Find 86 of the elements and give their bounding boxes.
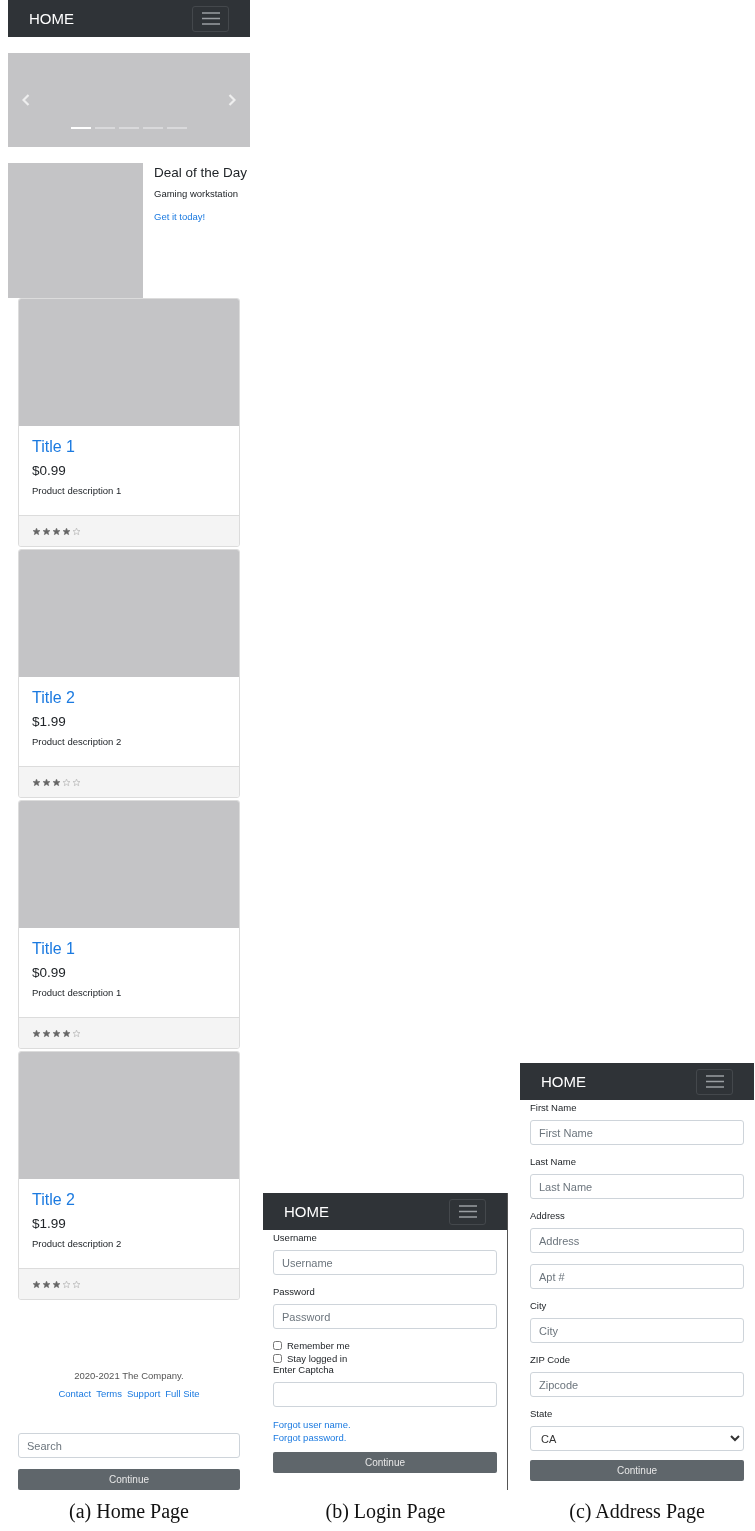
input-field[interactable]: Zipcode: [530, 1372, 744, 1397]
field-label: State: [530, 1408, 554, 1419]
figure-caption: (c) Address Page: [568, 1498, 706, 1525]
figure-caption: (b) Login Page: [324, 1498, 447, 1525]
product-price: $0.99: [32, 965, 67, 980]
checkbox[interactable]: [273, 1354, 282, 1363]
footer-link[interactable]: Full Site: [165, 1388, 200, 1399]
input-field[interactable]: City: [530, 1318, 744, 1343]
input-field[interactable]: Username: [273, 1250, 497, 1275]
filled-star-icon: [52, 777, 61, 787]
product-title[interactable]: Title 2: [32, 1191, 226, 1209]
menu-button[interactable]: [449, 1198, 486, 1225]
product-title[interactable]: Title 1: [32, 940, 226, 958]
forgot-link[interactable]: Forgot user name.: [273, 1419, 497, 1430]
filled-star-icon: [62, 526, 71, 536]
checkbox-option[interactable]: Stay logged in: [273, 1353, 497, 1364]
forgot-link[interactable]: Forgot password.: [273, 1432, 497, 1443]
product-description: Product description 2: [32, 1238, 123, 1249]
input-field[interactable]: First Name: [530, 1120, 744, 1145]
footer-link[interactable]: Contact: [58, 1388, 92, 1399]
field-label: Address: [530, 1210, 566, 1221]
field-label: Username: [273, 1232, 318, 1243]
deal-title: Deal of the Day: [154, 165, 248, 180]
product-title[interactable]: Title 1: [32, 438, 226, 456]
product-price: $1.99: [32, 1216, 67, 1231]
filled-star-icon: [32, 526, 41, 536]
filled-star-icon: [52, 1028, 61, 1038]
empty-star-icon: [72, 1028, 81, 1038]
deal-link[interactable]: Get it today!: [154, 211, 248, 222]
filled-star-icon: [42, 1028, 51, 1038]
product-price: $0.99: [32, 463, 67, 478]
checkbox-label: Stay logged in: [287, 1353, 348, 1364]
menu-button[interactable]: [696, 1068, 733, 1095]
checkbox-label: Remember me: [287, 1340, 350, 1351]
empty-star-icon: [72, 1279, 81, 1289]
filled-star-icon: [52, 1279, 61, 1289]
search-field[interactable]: Search: [18, 1433, 240, 1458]
empty-star-icon: [72, 526, 81, 536]
carousel-indicator[interactable]: [71, 127, 91, 129]
empty-star-icon: [62, 1279, 71, 1289]
product-price: $1.99: [32, 714, 67, 729]
checkbox-option[interactable]: Remember me: [273, 1340, 497, 1351]
field-label: Last Name: [530, 1156, 577, 1167]
state-select[interactable]: CA: [530, 1426, 744, 1451]
copyright-text: 2020-2021 The Company.: [74, 1370, 184, 1381]
empty-star-icon: [62, 777, 71, 787]
menu-icon: [458, 1205, 477, 1218]
product-description: Product description 1: [32, 485, 123, 496]
field-label: First Name: [530, 1102, 578, 1113]
product-description: Product description 1: [32, 987, 123, 998]
continue-button[interactable]: Continue: [18, 1469, 240, 1490]
figure-caption: (a) Home Page: [68, 1498, 190, 1525]
field-label: ZIP Code: [530, 1354, 571, 1365]
checkbox[interactable]: [273, 1341, 282, 1350]
brand-link[interactable]: HOME: [29, 10, 74, 27]
footer-link[interactable]: Terms: [96, 1388, 122, 1399]
brand-link[interactable]: HOME: [541, 1073, 586, 1090]
menu-button[interactable]: [192, 5, 229, 32]
filled-star-icon: [52, 526, 61, 536]
field-label: Password: [273, 1286, 316, 1297]
filled-star-icon: [32, 777, 41, 787]
input-field[interactable]: Password: [273, 1304, 497, 1329]
continue-button[interactable]: Continue: [530, 1460, 744, 1481]
brand-link[interactable]: HOME: [284, 1203, 329, 1220]
filled-star-icon: [32, 1028, 41, 1038]
deal-subtitle: Gaming workstation: [154, 188, 239, 199]
filled-star-icon: [42, 777, 51, 787]
filled-star-icon: [62, 1028, 71, 1038]
filled-star-icon: [42, 1279, 51, 1289]
filled-star-icon: [32, 1279, 41, 1289]
empty-star-icon: [72, 777, 81, 787]
footer-link[interactable]: Support: [127, 1388, 161, 1399]
product-title[interactable]: Title 2: [32, 689, 226, 707]
next-icon[interactable]: [228, 94, 236, 106]
continue-button[interactable]: Continue: [273, 1452, 497, 1473]
field-label: City: [530, 1300, 548, 1311]
menu-icon: [705, 1075, 724, 1088]
input-field[interactable]: Address: [530, 1228, 744, 1253]
previous-icon[interactable]: [22, 94, 30, 106]
input-field[interactable]: [273, 1382, 497, 1407]
input-field[interactable]: Last Name: [530, 1174, 744, 1199]
field-label: Enter Captcha: [273, 1364, 335, 1375]
input-field[interactable]: Apt #: [530, 1264, 744, 1289]
filled-star-icon: [42, 526, 51, 536]
product-description: Product description 2: [32, 736, 123, 747]
menu-icon: [201, 12, 220, 25]
